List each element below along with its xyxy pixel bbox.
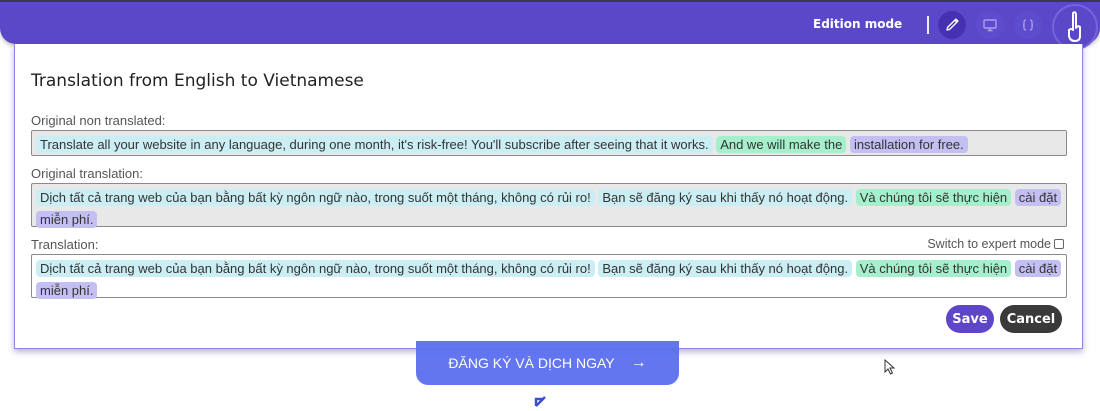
save-button[interactable]: Save	[946, 305, 994, 333]
translation-segment[interactable]: Bạn sẽ đăng ký sau khi thấy nó hoạt động…	[598, 260, 853, 277]
original-translation-label: Original translation:	[31, 166, 143, 181]
preview-mode-button[interactable]	[976, 11, 1004, 39]
pencil-icon	[946, 18, 959, 31]
cancel-button[interactable]: Cancel	[1000, 305, 1062, 333]
arrow-right-icon: →	[630, 354, 647, 371]
expert-mode-label: Switch to expert mode	[927, 237, 1051, 251]
braces-icon	[1022, 19, 1034, 31]
original-segment[interactable]: And we will make the	[716, 136, 847, 153]
toolbar-divider	[927, 16, 929, 34]
orig-translation-segment[interactable]: Và chúng tôi sẽ thực hiện	[855, 189, 1012, 206]
mode-label: Edition mode	[813, 17, 903, 31]
expert-mode-checkbox[interactable]	[1054, 239, 1064, 249]
translation-label: Translation:	[31, 237, 99, 252]
pointer-arrow-icon	[534, 396, 546, 407]
cta-label: ĐĂNG KÝ VÀ DỊCH NGAY	[448, 355, 615, 371]
translation-editor[interactable]: Dịch tất cả trang web của bạn bằng bất k…	[31, 254, 1067, 299]
screen: Edition mode Translation from English to…	[0, 0, 1100, 411]
edit-mode-button[interactable]	[938, 11, 966, 39]
dialog-title: Translation from English to Vietnamese	[31, 71, 364, 91]
original-label: Original non translated:	[31, 113, 166, 128]
edition-toolbar: Edition mode	[0, 2, 1100, 50]
mouse-cursor-icon	[884, 359, 896, 375]
hand-logo-icon	[1068, 11, 1081, 42]
orig-translation-segment[interactable]: Dịch tất cả trang web của bạn bằng bất k…	[36, 189, 595, 206]
original-segment[interactable]: Translate all your website in any langua…	[36, 136, 713, 153]
translation-segment[interactable]: Dịch tất cả trang web của bạn bằng bất k…	[36, 260, 595, 277]
signup-translate-button[interactable]: ĐĂNG KÝ VÀ DỊCH NGAY →	[416, 341, 679, 385]
original-translation-box: Dịch tất cả trang web của bạn bằng bất k…	[31, 183, 1067, 228]
original-segment[interactable]: installation for free.	[849, 136, 968, 153]
original-text-box: Translate all your website in any langua…	[31, 130, 1067, 156]
translation-dialog: Translation from English to Vietnamese O…	[14, 44, 1083, 349]
translation-segment[interactable]: Và chúng tôi sẽ thực hiện	[855, 260, 1012, 277]
orig-translation-segment[interactable]: Bạn sẽ đăng ký sau khi thấy nó hoạt động…	[598, 189, 853, 206]
monitor-icon	[983, 19, 997, 32]
code-mode-button[interactable]	[1014, 11, 1042, 39]
expert-mode-toggle[interactable]: Switch to expert mode	[927, 237, 1064, 251]
